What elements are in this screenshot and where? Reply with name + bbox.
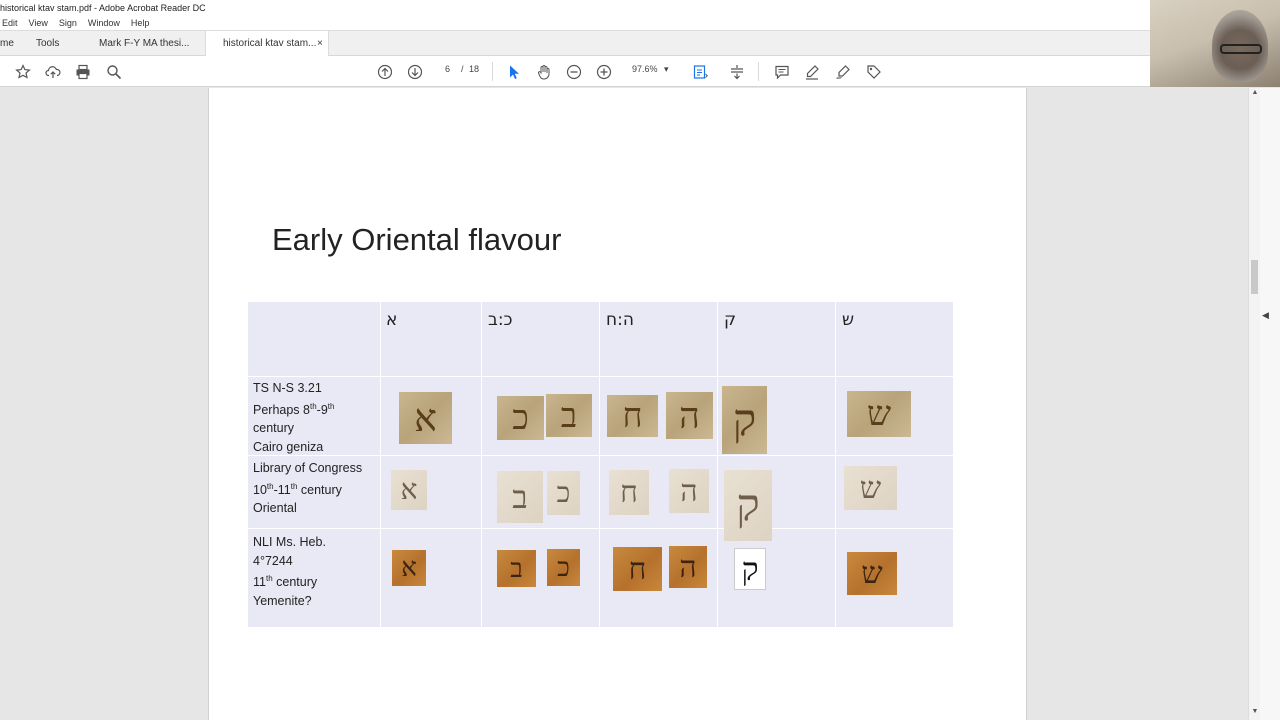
toolbar-divider [492,62,493,81]
scroll-down-arrow-icon[interactable]: ▼ [1250,708,1260,718]
manuscript-kaf-image: כ [497,396,544,440]
row-label-line: Library of Congress [253,461,363,475]
row-label-line: 11th century [253,574,318,590]
upload-cloud-icon[interactable] [43,62,63,82]
toolbar: 6 / 18 97.6% ▾ [0,56,1150,87]
tab-document-ktav-stam-label: historical ktav stam... [223,38,317,49]
row-label-line: Perhaps 8th-9th [253,401,335,417]
menu-edit[interactable]: Edit [2,16,18,30]
manuscript-alef-image: א [392,550,426,586]
manuscript-bet-image: כ [547,549,580,586]
manuscript-shin-image: ש [847,552,897,595]
redact-tag-icon[interactable] [864,62,884,82]
manuscript-alef-image: א [391,470,427,510]
manuscript-alef-image: א [399,392,452,444]
menu-view[interactable]: View [29,16,48,30]
bookmark-star-icon[interactable] [13,62,33,82]
toolbar-divider [758,62,759,81]
row-label-ts-ns: TS N-S 3.21 Perhaps 8th-9th century Cair… [253,379,334,456]
tab-home[interactable]: me [0,31,14,56]
tab-bar: me Tools Mark F-Y MA thesi... historical… [0,30,1150,56]
manuscript-he-image: ה [669,469,709,513]
table-divider [380,302,381,627]
manuscript-kaf-image: ב [497,550,536,587]
print-icon[interactable] [73,62,93,82]
tab-close-icon[interactable]: × [317,31,323,56]
column-header-qof: ק [724,310,737,330]
row-label-line: TS N-S 3.21 [253,381,322,395]
vertical-scrollbar[interactable]: ▲ ▼ [1248,88,1260,720]
manuscript-shin-image: ש [847,391,911,437]
acrobat-window: historical ktav stam.pdf - Adobe Acrobat… [0,0,1280,720]
page-fit-icon[interactable] [690,62,710,82]
row-label-nli: NLI Ms. Heb. 4°7244 11th century Yemenit… [253,533,326,610]
zoom-dropdown-chevron-icon[interactable]: ▾ [664,64,669,75]
letter-comparison-table: א כ:ב ה:ח ק ש TS N-S 3.21 Perhaps 8th-9t… [248,302,953,627]
row-label-line: 4°7244 [253,553,293,568]
tab-document-ktav-stam[interactable]: historical ktav stam... × [205,31,329,56]
row-label-line: Yemenite? [253,593,312,608]
menu-sign[interactable]: Sign [59,16,77,30]
table-divider [599,302,600,627]
comment-icon[interactable] [772,62,792,82]
hand-tool-icon[interactable] [534,62,554,82]
webcam-video-overlay [1150,0,1280,87]
zoom-level-field[interactable]: 97.6% [632,64,658,74]
manuscript-het-image: ח [607,395,658,437]
table-divider [248,376,953,377]
select-cursor-icon[interactable] [504,62,524,82]
window-title: historical ktav stam.pdf - Adobe Acrobat… [0,0,1150,16]
row-label-library-of-congress: Library of Congress 10th-11th century Or… [253,459,362,518]
previous-page-icon[interactable] [375,62,395,82]
zoom-in-icon[interactable] [594,62,614,82]
manuscript-qof-image: ק [722,386,767,454]
menu-bar: Edit View Sign Window Help [0,16,1150,30]
search-icon[interactable] [104,62,124,82]
row-label-line: 10th-11th century [253,481,342,497]
table-divider [835,302,836,627]
scrollbar-thumb[interactable] [1251,260,1258,294]
menu-help[interactable]: Help [131,16,150,30]
manuscript-shin-image: ש [844,466,897,510]
manuscript-he-image: ה [666,392,713,439]
table-divider [717,302,718,627]
webcam-person-glasses [1220,44,1262,54]
expand-right-pane-icon[interactable]: ◀ [1262,310,1269,321]
table-divider [248,528,953,529]
next-page-icon[interactable] [405,62,425,82]
manuscript-he-image: ה [669,546,707,588]
manuscript-het-image: ח [609,470,649,515]
manuscript-qof-image: ק [724,470,772,541]
scroll-up-arrow-icon[interactable]: ▲ [1250,89,1260,99]
scroll-mode-icon[interactable] [727,62,747,82]
column-header-kaf-bet: כ:ב [488,310,513,330]
column-header-he-het: ה:ח [606,310,634,330]
sign-pen-icon[interactable] [833,62,853,82]
manuscript-kaf-image: ב [497,471,543,523]
column-header-alef: א [386,310,398,330]
manuscript-bet-image: כ [547,471,580,515]
row-label-line: Cairo geniza [253,439,324,454]
slide-title: Early Oriental flavour [272,222,562,257]
document-viewer[interactable]: Early Oriental flavour א כ:ב ה:ח ק ש TS … [0,88,1248,720]
zoom-out-icon[interactable] [564,62,584,82]
total-pages: 18 [469,64,480,74]
manuscript-qof-image: ק [734,548,766,590]
manuscript-het-image: ח [613,547,662,591]
row-label-line: Oriental [253,501,297,516]
tab-document-thesis[interactable]: Mark F-Y MA thesi... [99,31,189,56]
row-label-line: NLI Ms. Heb. [253,535,326,549]
current-page-input[interactable]: 6 [445,64,450,74]
column-header-shin: ש [842,310,855,330]
table-divider [481,302,482,627]
table-divider [248,455,953,456]
highlight-pen-icon[interactable] [802,62,822,82]
page-separator: / [461,64,464,74]
pdf-page: Early Oriental flavour א כ:ב ה:ח ק ש TS … [208,88,1027,720]
right-pane-gutter [1260,88,1280,720]
manuscript-bet-image: ב [546,394,592,437]
menu-window[interactable]: Window [88,16,120,30]
tab-tools[interactable]: Tools [36,31,59,56]
row-label-line: century [253,421,294,436]
